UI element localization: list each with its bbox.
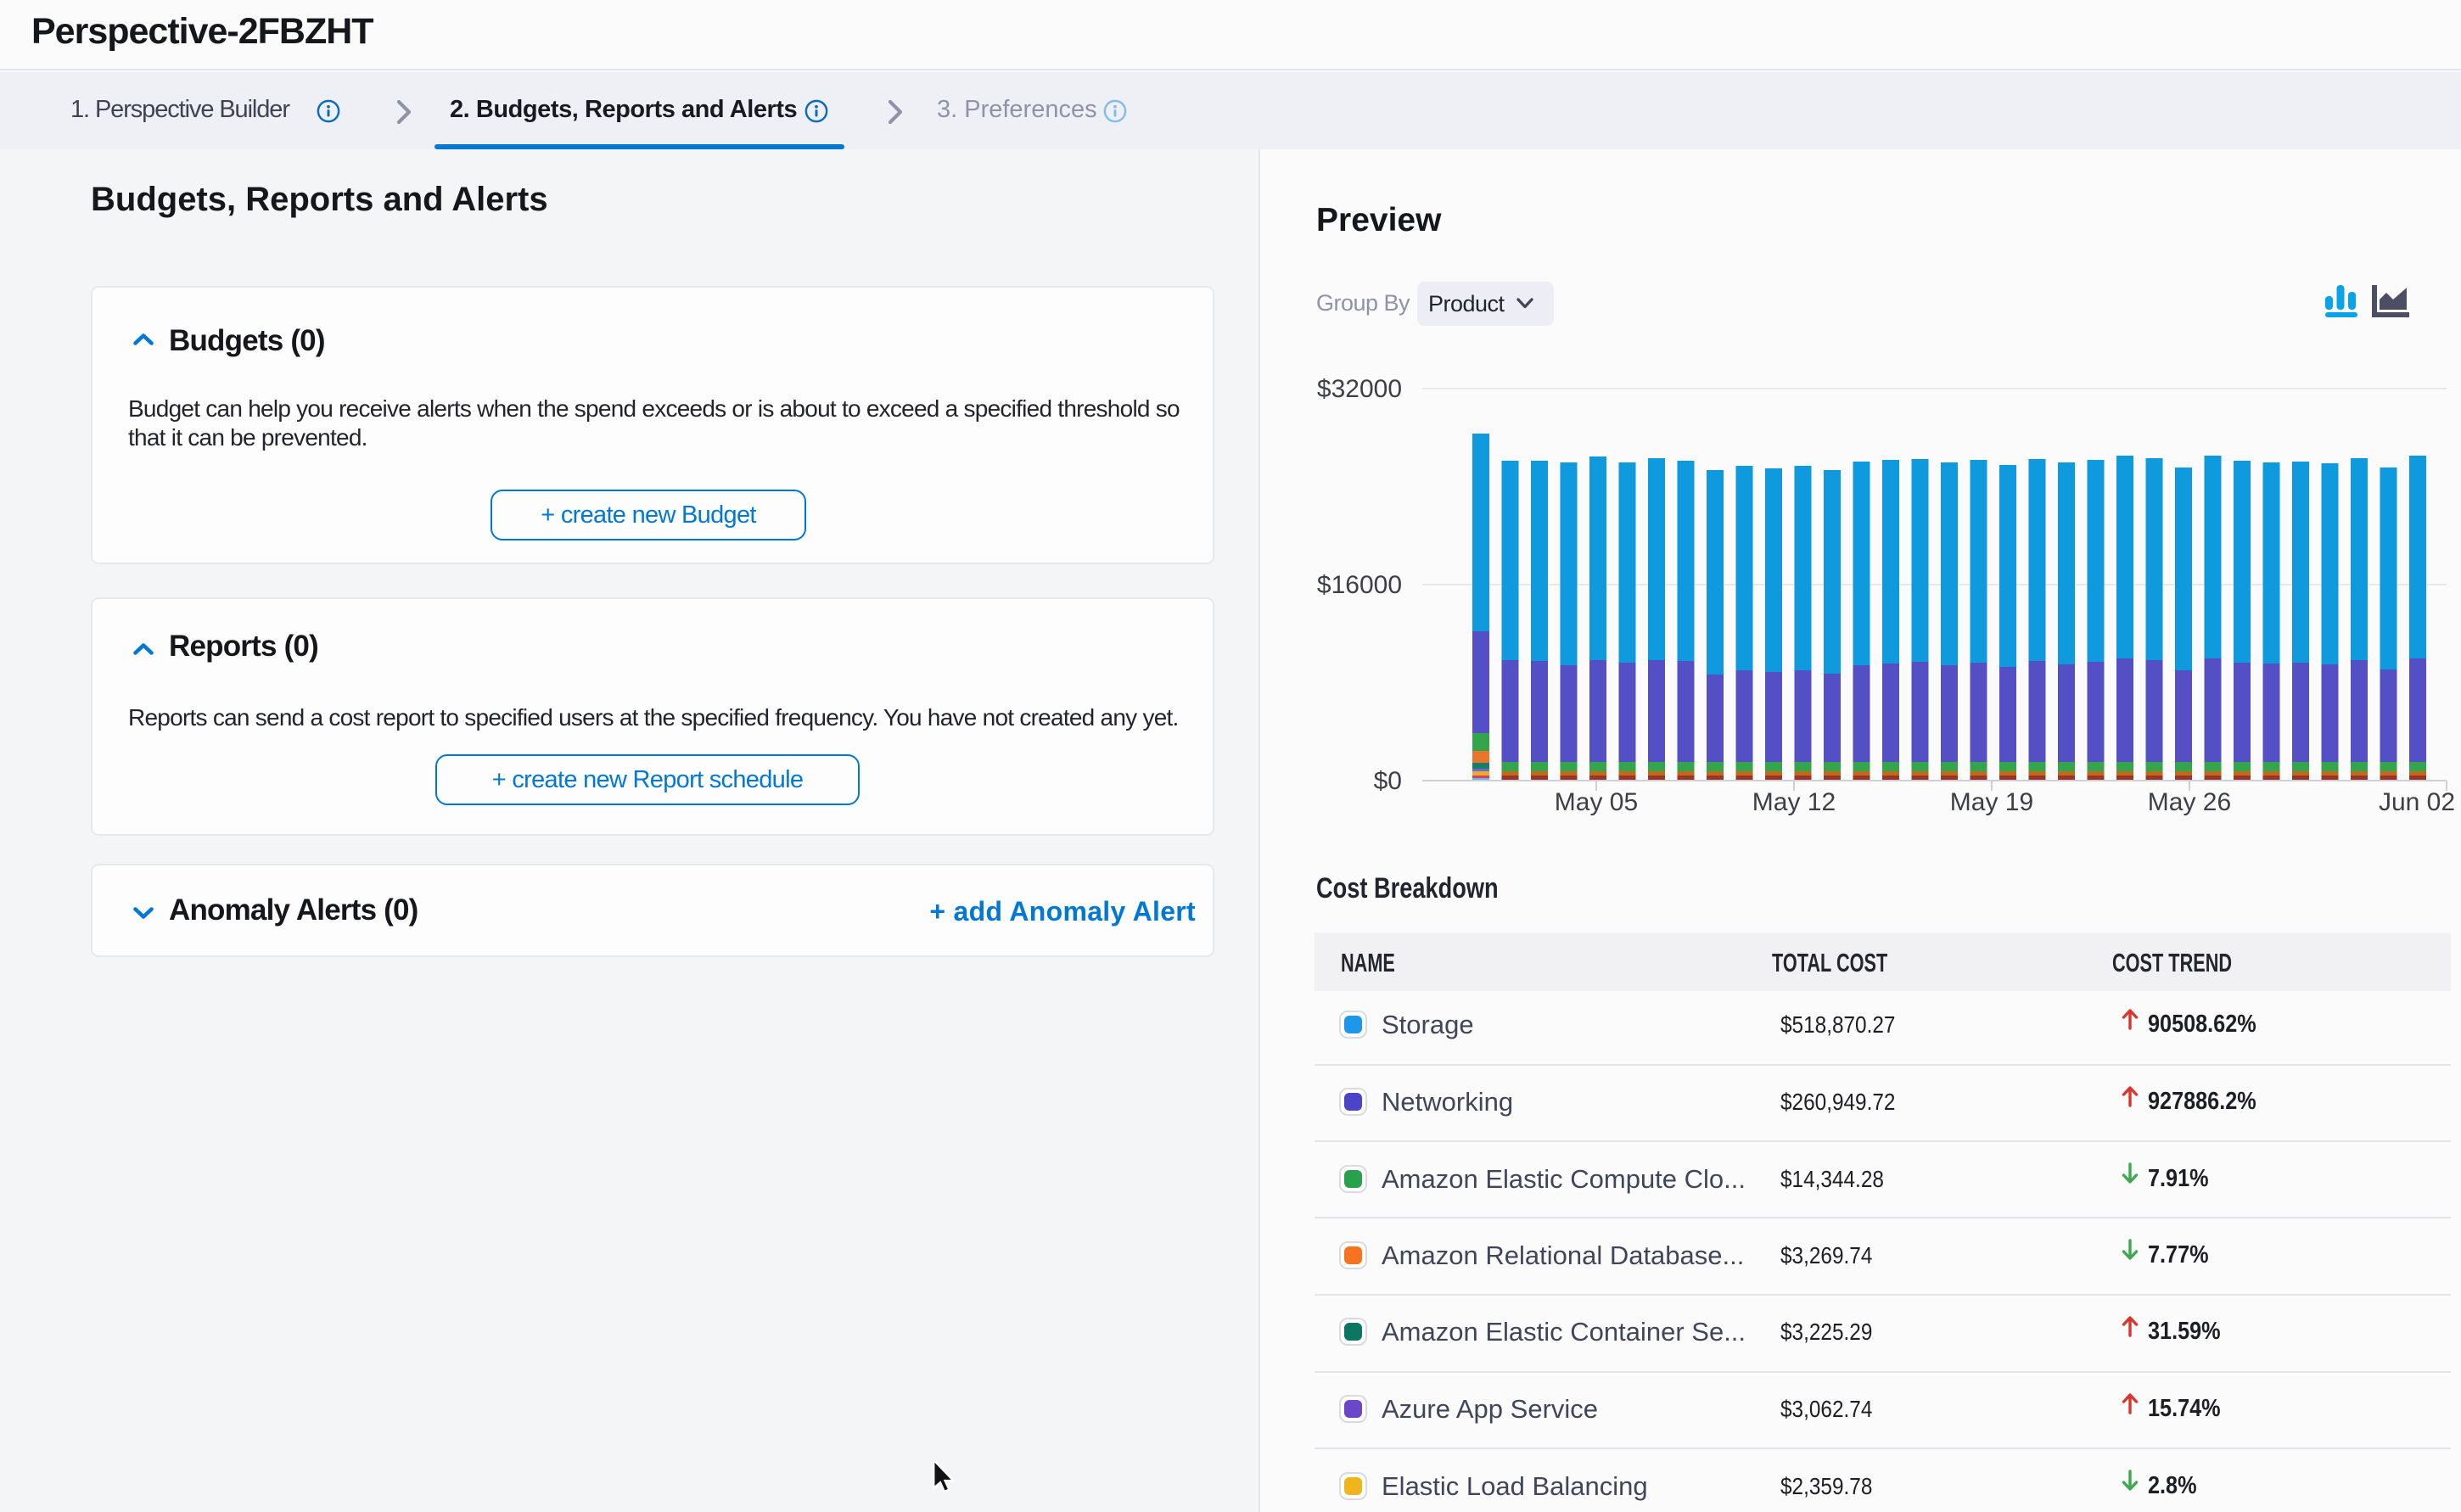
svg-text:May 05: May 05: [1555, 788, 1638, 816]
svg-text:$0: $0: [1374, 767, 1402, 795]
svg-text:$32000: $32000: [1317, 375, 1402, 403]
svg-text:Jun 02: Jun 02: [2379, 788, 2455, 816]
svg-text:May 26: May 26: [2148, 788, 2231, 816]
svg-text:$16000: $16000: [1317, 571, 1402, 599]
svg-text:May 19: May 19: [1950, 788, 2033, 816]
svg-text:May 12: May 12: [1752, 788, 1836, 816]
